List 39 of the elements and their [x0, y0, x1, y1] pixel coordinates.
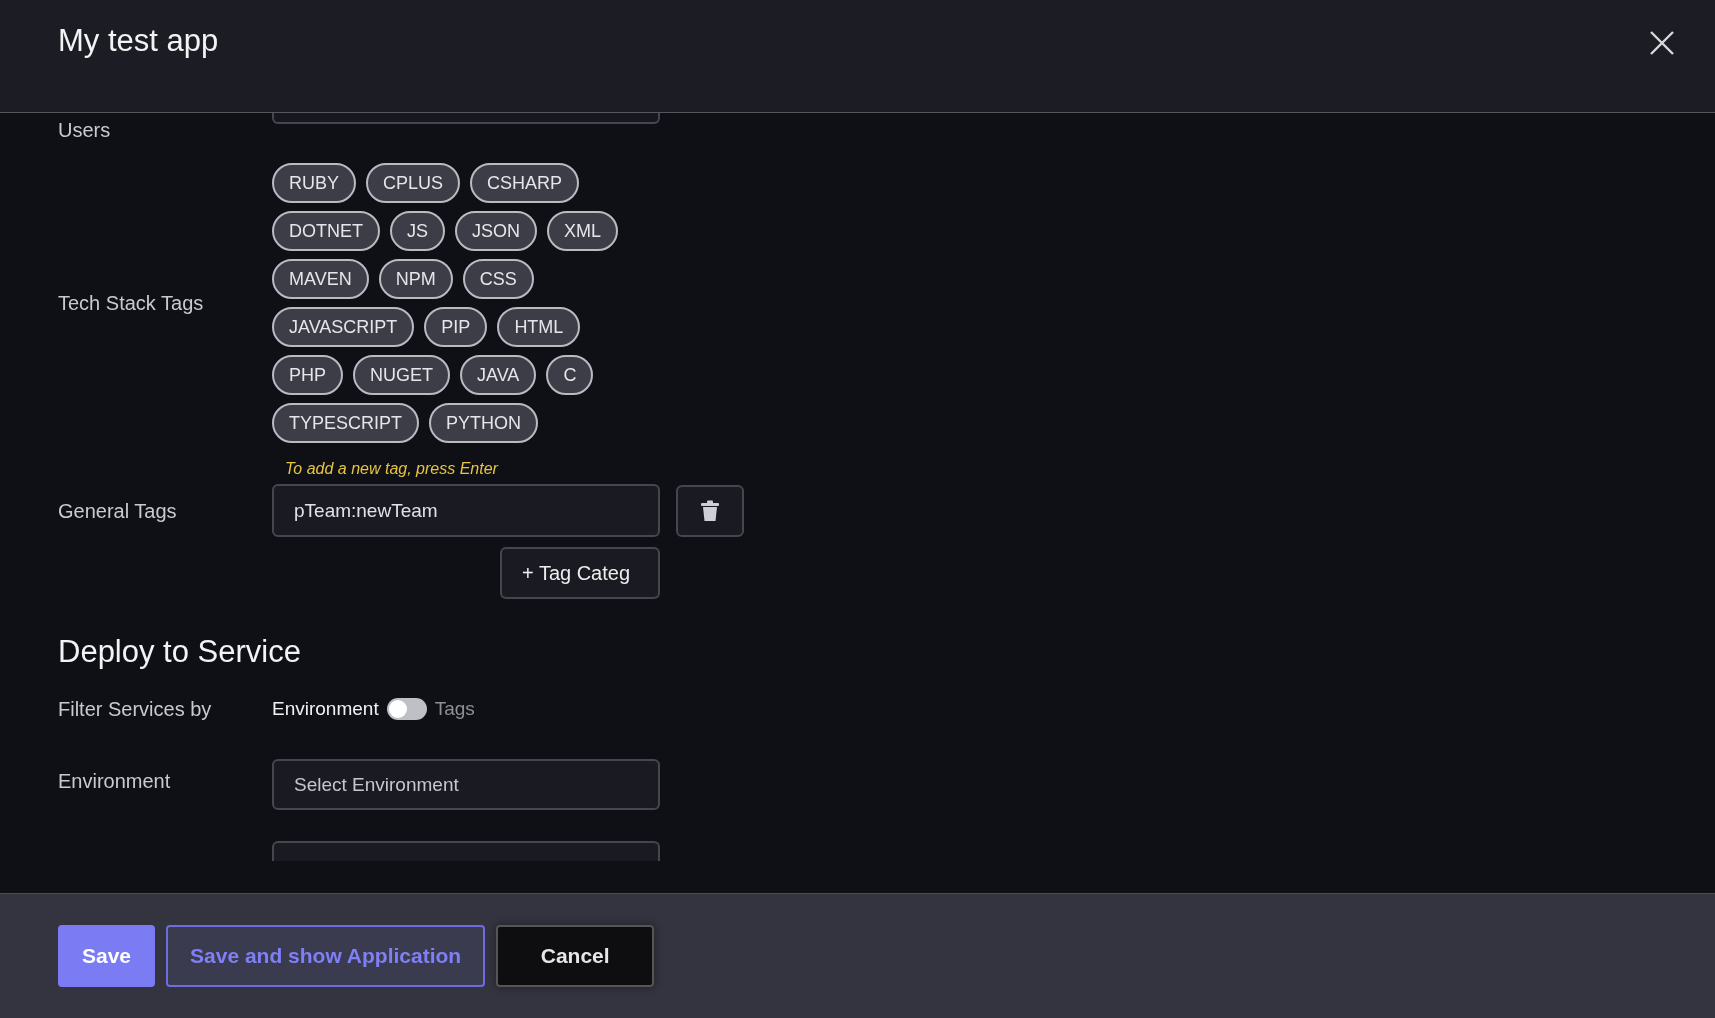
- field-label: General Tags: [58, 498, 178, 524]
- tag-chip[interactable]: C: [546, 355, 594, 395]
- field-label: Filter Services by: [58, 697, 213, 723]
- tag-chip[interactable]: PYTHON: [429, 403, 539, 443]
- tag-chip[interactable]: CPLUS: [366, 163, 461, 203]
- tag-chip[interactable]: JAVA: [460, 355, 537, 395]
- tag-chip[interactable]: MAVEN: [272, 259, 369, 299]
- dialog-title: My test app: [58, 22, 219, 60]
- option-label: Environment: [272, 696, 379, 721]
- tag-chip[interactable]: PIP: [424, 307, 488, 347]
- option-label: Tags: [434, 696, 475, 721]
- tag-chip[interactable]: JSON: [455, 211, 538, 251]
- tag-chip[interactable]: JAVASCRIPT: [272, 307, 415, 347]
- tag-chip[interactable]: NPM: [378, 259, 453, 299]
- input-field[interactable]: [272, 113, 660, 124]
- toggle-switch[interactable]: [386, 698, 427, 721]
- tag-chip[interactable]: DOTNET: [272, 211, 380, 251]
- tag-chip[interactable]: TYPESCRIPT: [272, 403, 420, 443]
- add-category-button[interactable]: + Tag Categ: [500, 547, 660, 599]
- trash-icon: [700, 499, 720, 522]
- field-label: Users: [58, 118, 112, 143]
- hint-text: To add a new tag, press Enter: [284, 459, 500, 479]
- tag-chip[interactable]: JS: [390, 211, 445, 251]
- field-label: Environment: [58, 768, 172, 794]
- cancel-button[interactable]: Cancel: [496, 925, 655, 987]
- tag-chip[interactable]: HTML: [497, 307, 581, 347]
- tag-chip[interactable]: PHP: [272, 355, 343, 395]
- tag-chip[interactable]: XML: [547, 211, 619, 251]
- input-field[interactable]: [272, 841, 660, 862]
- save-button[interactable]: Save: [58, 925, 156, 987]
- section-heading: Deploy to Service: [58, 633, 302, 671]
- tag-chip[interactable]: CSS: [462, 259, 534, 299]
- environment-select[interactable]: Select Environment: [272, 759, 660, 811]
- tag-chip[interactable]: CSHARP: [470, 163, 580, 203]
- tag-chip[interactable]: RUBY: [272, 163, 356, 203]
- tag-chip[interactable]: NUGET: [353, 355, 450, 395]
- field-label: Tech Stack Tags: [58, 291, 205, 316]
- delete-button[interactable]: [676, 484, 744, 537]
- tag-input[interactable]: pTeam:newTeam: [272, 484, 660, 537]
